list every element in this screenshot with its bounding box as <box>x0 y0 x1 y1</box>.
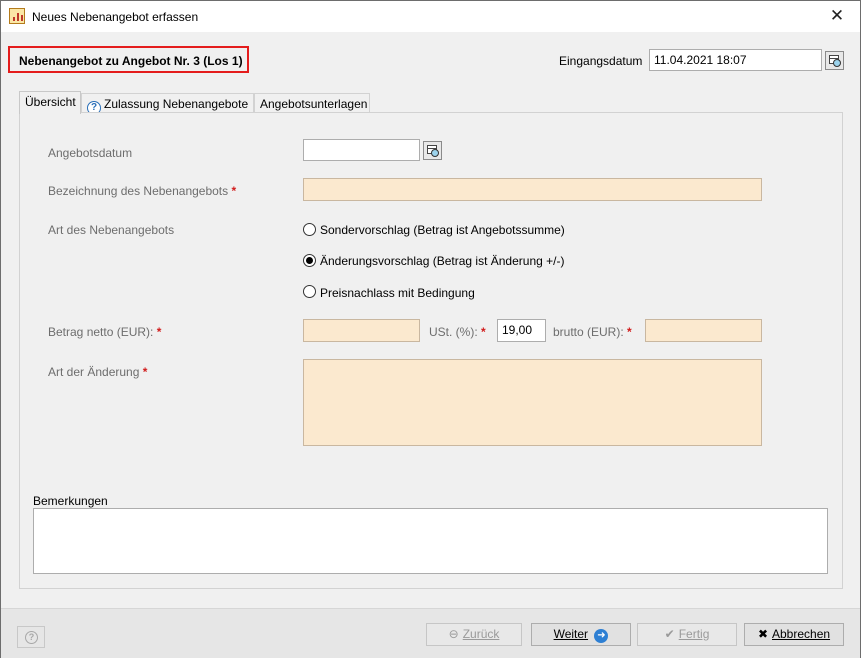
arrow-right-icon: ➜ <box>594 629 609 643</box>
weiter-button[interactable]: Weiter ➜ <box>531 623 631 646</box>
app-icon <box>9 8 25 24</box>
art-der-aenderung-field[interactable] <box>303 359 762 446</box>
x-icon: ✖ <box>757 627 768 641</box>
angebotsdatum-label: Angebotsdatum <box>48 146 133 160</box>
ust-label: USt. (%): * <box>429 325 486 339</box>
radio-sondervorschlag-label: Sondervorschlag (Betrag ist Angebotssumm… <box>320 223 565 237</box>
bezeichnung-label: Bezeichnung des Nebenangebots * <box>48 184 237 198</box>
calendar-icon[interactable] <box>423 141 442 160</box>
eingangsdatum-field[interactable]: 11.04.2021 18:07 <box>649 49 822 71</box>
page-title: Nebenangebot zu Angebot Nr. 3 (Los 1) <box>8 46 249 73</box>
fertig-button[interactable]: ✔ Fertig <box>637 623 737 646</box>
art-nebenangebot-label: Art des Nebenangebots <box>48 223 175 237</box>
angebotsdatum-field[interactable] <box>303 139 420 161</box>
close-icon[interactable]: ✕ <box>814 1 860 32</box>
check-icon: ✔ <box>664 627 675 641</box>
betrag-netto-label: Betrag netto (EUR): * <box>48 325 162 339</box>
radio-sondervorschlag[interactable] <box>303 223 316 236</box>
bezeichnung-field[interactable] <box>303 178 762 201</box>
tab-uebersicht[interactable]: Übersicht <box>19 91 81 114</box>
abbrechen-button[interactable]: ✖ Abbrechen <box>744 623 844 646</box>
brutto-label: brutto (EUR): * <box>553 325 632 339</box>
radio-preisnachlass[interactable] <box>303 285 316 298</box>
window-title: Neues Nebenangebot erfassen <box>32 10 199 24</box>
tab-zulassung-label: Zulassung Nebenangebote <box>104 97 249 111</box>
eingangsdatum-label: Eingangsdatum <box>559 54 643 68</box>
art-der-aenderung-label: Art der Änderung * <box>48 365 148 379</box>
arrow-left-icon: ⊖ <box>448 627 459 641</box>
tab-panel-uebersicht: Angebotsdatum Bezeichnung des Nebenangeb… <box>19 112 843 589</box>
title-bar: Neues Nebenangebot erfassen ✕ <box>1 1 860 32</box>
tab-angebotsunterlagen[interactable]: Angebotsunterlagen <box>254 93 370 113</box>
tab-angebotsunterlagen-label: Angebotsunterlagen <box>260 97 368 111</box>
zurueck-button[interactable]: ⊖ Zurück <box>426 623 522 646</box>
tab-zulassung-nebenangebote[interactable]: ? Zulassung Nebenangebote <box>81 93 254 115</box>
help-icon: ? <box>25 631 38 644</box>
bemerkungen-field[interactable] <box>33 508 828 574</box>
calendar-icon[interactable] <box>825 51 844 70</box>
button-bar: ? ⊖ Zurück Weiter ➜ ✔ Fertig ✖ Abbrechen <box>1 608 860 658</box>
radio-preisnachlass-label: Preisnachlass mit Bedingung <box>320 286 475 300</box>
radio-aenderungsvorschlag[interactable] <box>303 254 316 267</box>
brutto-field[interactable] <box>645 319 762 342</box>
radio-aenderungsvorschlag-label: Änderungsvorschlag (Betrag ist Änderung … <box>320 254 565 268</box>
bemerkungen-label: Bemerkungen <box>33 494 108 508</box>
tab-uebersicht-label: Übersicht <box>25 95 76 109</box>
betrag-netto-field[interactable] <box>303 319 420 342</box>
dialog-window: Neues Nebenangebot erfassen ✕ Nebenangeb… <box>0 0 861 658</box>
ust-field[interactable]: 19,00 <box>497 319 546 342</box>
help-button[interactable]: ? <box>17 626 45 648</box>
